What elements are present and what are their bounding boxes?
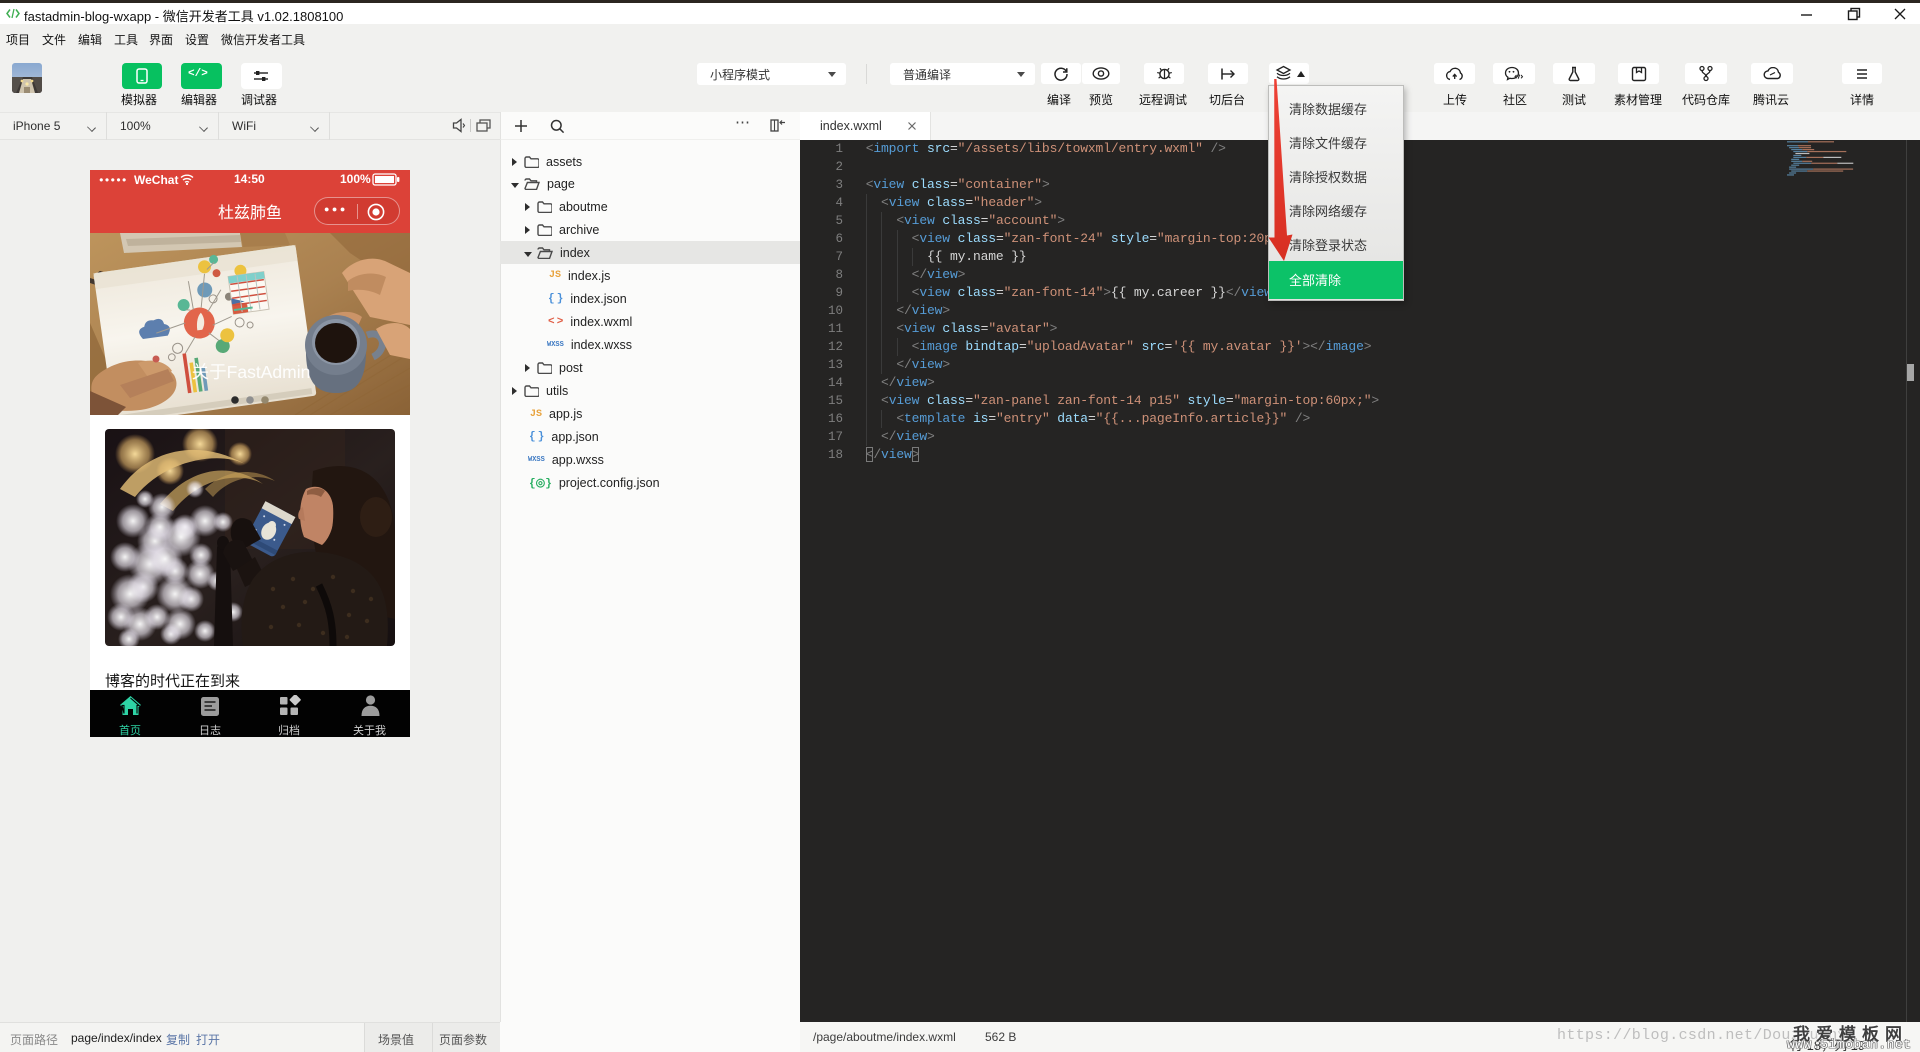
svg-text:关于FastAdmin: 关于FastAdmin	[192, 362, 311, 382]
